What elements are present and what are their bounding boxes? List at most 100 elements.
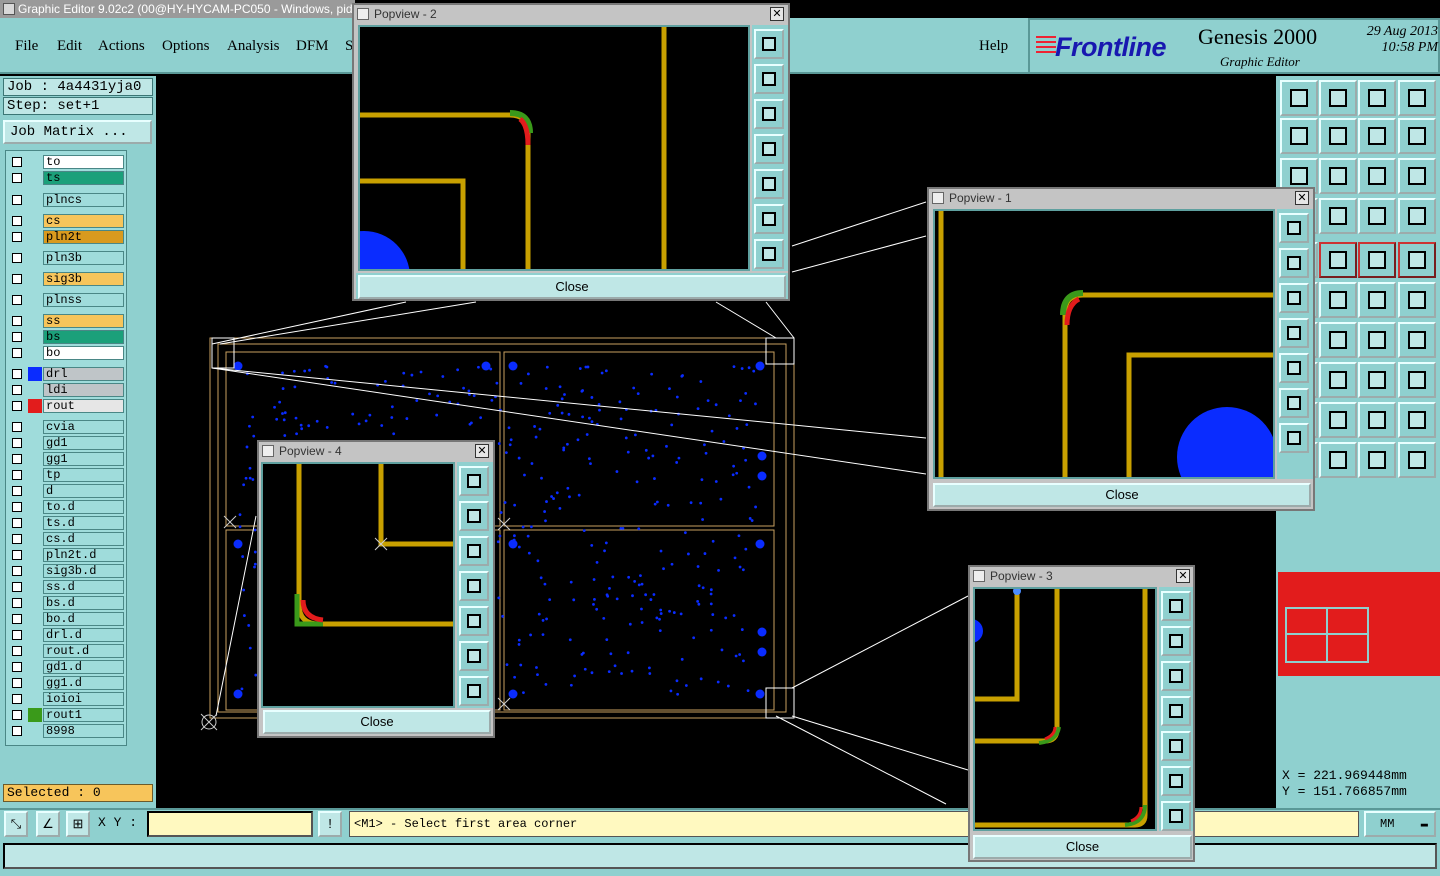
layer-row-gd1-d[interactable]: gd1.d bbox=[9, 660, 127, 674]
layer-checkbox[interactable] bbox=[12, 253, 22, 263]
layer-row-rout-d[interactable]: rout.d bbox=[9, 644, 127, 658]
layer-name[interactable]: bo.d bbox=[43, 612, 124, 626]
layer-row-8998[interactable]: 8998 bbox=[9, 724, 127, 738]
layer-row-gg1[interactable]: gg1 bbox=[9, 452, 127, 466]
layer-name[interactable]: sig3b bbox=[43, 272, 124, 286]
layer-name[interactable]: rout bbox=[43, 399, 124, 413]
home-icon[interactable] bbox=[1358, 80, 1396, 116]
popview-tool-icon[interactable] bbox=[1279, 388, 1309, 418]
popview-tool-icon[interactable] bbox=[754, 99, 784, 129]
layer-checkbox[interactable] bbox=[12, 550, 22, 560]
close-icon[interactable]: ✕ bbox=[1176, 569, 1190, 583]
xy-input[interactable] bbox=[147, 811, 313, 837]
popview-2-close-button[interactable]: Close bbox=[358, 275, 786, 299]
layer-row-d[interactable]: d bbox=[9, 484, 127, 498]
layer-checkbox[interactable] bbox=[12, 295, 22, 305]
menu-edit[interactable]: Edit bbox=[57, 38, 82, 55]
layer-checkbox[interactable] bbox=[12, 518, 22, 528]
layer-row-pln2t-d[interactable]: pln2t.d bbox=[9, 548, 127, 562]
layer-name[interactable]: 8998 bbox=[43, 724, 124, 738]
pad2-icon[interactable] bbox=[1398, 242, 1436, 278]
job-matrix-button[interactable]: Job Matrix ... bbox=[3, 120, 152, 144]
line-icon[interactable] bbox=[1319, 282, 1357, 318]
help-icon[interactable] bbox=[1398, 158, 1436, 194]
layer-name[interactable]: gd1 bbox=[43, 436, 124, 450]
layer-name[interactable]: to.d bbox=[43, 500, 124, 514]
connect-icon[interactable] bbox=[1398, 402, 1436, 438]
layer-row-to-d[interactable]: to.d bbox=[9, 500, 127, 514]
layer-checkbox[interactable] bbox=[12, 534, 22, 544]
layer-row-bo-d[interactable]: bo.d bbox=[9, 612, 127, 626]
layer-name[interactable]: cs.d bbox=[43, 532, 124, 546]
layer-row-ts[interactable]: ts bbox=[9, 171, 127, 185]
popview-tool-icon[interactable] bbox=[1279, 283, 1309, 313]
popview-tool-icon[interactable] bbox=[1161, 801, 1191, 831]
zoom-area-icon[interactable]: ⤡ bbox=[4, 811, 28, 837]
layer-row-drl[interactable]: drl bbox=[9, 367, 127, 381]
popview-tool-icon[interactable] bbox=[459, 641, 489, 671]
layer-name[interactable]: cs bbox=[43, 214, 124, 228]
layer-name[interactable]: gg1.d bbox=[43, 676, 124, 690]
layer-name[interactable]: ts.d bbox=[43, 516, 124, 530]
layer-row-sig3b-d[interactable]: sig3b.d bbox=[9, 564, 127, 578]
popview-tool-icon[interactable] bbox=[459, 466, 489, 496]
layer-checkbox[interactable] bbox=[12, 486, 22, 496]
center-icon[interactable] bbox=[1319, 158, 1357, 194]
menu-file[interactable]: File bbox=[15, 38, 38, 55]
layer-name[interactable]: rout1 bbox=[43, 708, 124, 722]
blank3-icon[interactable] bbox=[1358, 442, 1396, 478]
close-icon[interactable]: ✕ bbox=[770, 7, 784, 21]
layer-name[interactable]: pln2t.d bbox=[43, 548, 124, 562]
layer-name[interactable]: gg1 bbox=[43, 452, 124, 466]
layer-checkbox[interactable] bbox=[12, 274, 22, 284]
snap-icon[interactable] bbox=[1319, 198, 1357, 234]
popview-tool-icon[interactable] bbox=[754, 134, 784, 164]
layer-row-plncs[interactable]: plncs bbox=[9, 193, 127, 207]
popview-tool-icon[interactable] bbox=[1279, 248, 1309, 278]
layer-name[interactable]: bs.d bbox=[43, 596, 124, 610]
info-icon[interactable]: ! bbox=[318, 811, 342, 837]
feature-icon[interactable] bbox=[1319, 322, 1357, 358]
popview-tool-icon[interactable] bbox=[1161, 731, 1191, 761]
popview-2-view[interactable] bbox=[318, 25, 750, 323]
layer-name[interactable]: pln2t bbox=[43, 230, 124, 244]
layer-name[interactable]: ldi bbox=[43, 383, 124, 397]
select-icon[interactable] bbox=[1319, 402, 1357, 438]
close-icon[interactable]: ✕ bbox=[475, 444, 489, 458]
layer-name[interactable]: drl.d bbox=[43, 628, 124, 642]
layer-row-tp[interactable]: tp bbox=[9, 468, 127, 482]
popview-tool-icon[interactable] bbox=[1161, 696, 1191, 726]
layer-checkbox[interactable] bbox=[12, 369, 22, 379]
layer-name[interactable]: bs bbox=[43, 330, 124, 344]
blank4-icon[interactable] bbox=[1398, 442, 1436, 478]
layer-name[interactable]: ioioi bbox=[43, 692, 124, 706]
popview-tool-icon[interactable] bbox=[754, 239, 784, 269]
layer-name[interactable]: tp bbox=[43, 468, 124, 482]
layer-checkbox[interactable] bbox=[12, 454, 22, 464]
layer-checkbox[interactable] bbox=[12, 316, 22, 326]
layer-row-ss[interactable]: ss bbox=[9, 314, 127, 328]
units-select[interactable]: MM ▬ bbox=[1364, 811, 1436, 837]
layer-checkbox[interactable] bbox=[12, 694, 22, 704]
layer-checkbox[interactable] bbox=[12, 710, 22, 720]
layer-checkbox[interactable] bbox=[12, 470, 22, 480]
popview-3-close-button[interactable]: Close bbox=[973, 835, 1192, 859]
ruler-icon[interactable] bbox=[1319, 242, 1357, 278]
popview-tool-icon[interactable] bbox=[459, 536, 489, 566]
measure-icon[interactable]: ∠ bbox=[36, 811, 60, 837]
popview-3-view[interactable] bbox=[959, 587, 1157, 831]
layer-row-bs[interactable]: bs bbox=[9, 330, 127, 344]
layer-checkbox[interactable] bbox=[12, 502, 22, 512]
layer-row-rout1[interactable]: rout1 bbox=[9, 708, 127, 722]
layer-name[interactable]: gd1.d bbox=[43, 660, 124, 674]
popview-tool-icon[interactable] bbox=[1279, 423, 1309, 453]
layer-row-cs-d[interactable]: cs.d bbox=[9, 532, 127, 546]
layer-checkbox[interactable] bbox=[12, 566, 22, 576]
layer-row-pln3b[interactable]: pln3b bbox=[9, 251, 127, 265]
layer-name[interactable]: ss.d bbox=[43, 580, 124, 594]
dim3-icon[interactable] bbox=[1319, 362, 1357, 398]
layer-row-cvia[interactable]: cvia bbox=[9, 420, 127, 434]
layer-name[interactable]: plnss bbox=[43, 293, 124, 307]
popview-tool-icon[interactable] bbox=[459, 501, 489, 531]
layer-checkbox[interactable] bbox=[12, 422, 22, 432]
